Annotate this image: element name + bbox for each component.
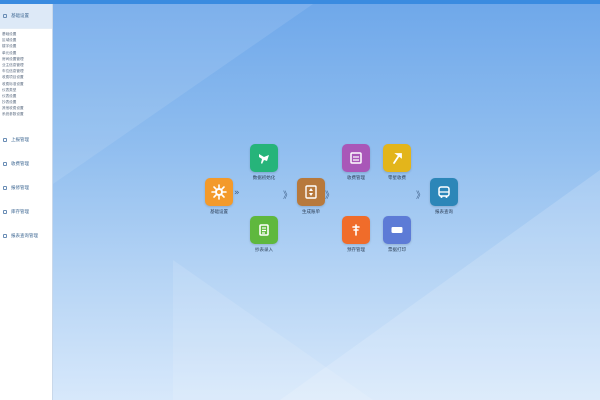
sidebar-group-list: 上报管理 收费管理 报修管理 库存管理 报表查询管理 xyxy=(0,128,52,248)
sidebar-item[interactable]: 系统参数设置 xyxy=(2,111,52,117)
folder-icon xyxy=(3,209,7,214)
tile xyxy=(342,216,370,244)
gear-icon xyxy=(211,184,227,200)
sidebar-group[interactable]: 上报管理 xyxy=(0,128,52,152)
node-label: 报表查询 xyxy=(435,210,453,215)
desktop-area: 基础设置 » 数据初始化 抄表录入 》 生成账单 》 收费管理 零星收费 预存管… xyxy=(53,4,600,400)
workflow-node-prepay[interactable]: 预存管理 xyxy=(334,216,378,253)
node-label: 生成账单 xyxy=(302,210,320,215)
workflow-node-fee-management[interactable]: 收费管理 xyxy=(334,144,378,181)
folder-icon xyxy=(3,14,7,18)
tile xyxy=(297,178,325,206)
folder-icon xyxy=(3,161,7,166)
flag-icon xyxy=(393,153,402,164)
tile xyxy=(342,144,370,172)
sidebar: 基础设置 基础设置 区域设置 楼宇设置 单元设置 房间设置管理 业主信息管理 车… xyxy=(0,4,53,400)
tile xyxy=(383,144,411,172)
tile xyxy=(430,178,458,206)
elevator-icon xyxy=(305,185,317,199)
folder-icon xyxy=(3,233,7,238)
torch-icon xyxy=(352,224,360,236)
workflow-node-misc-fee[interactable]: 零星收费 xyxy=(375,144,419,181)
node-label: 抄表录入 xyxy=(255,248,273,253)
folder-icon xyxy=(3,137,7,142)
sidebar-group-label: 基础设置 xyxy=(11,14,29,19)
sidebar-group[interactable]: 报修管理 xyxy=(0,176,52,200)
workflow-node-meter-entry[interactable]: 抄表录入 xyxy=(242,216,286,253)
workflow-node-data-init[interactable]: 数据初始化 xyxy=(242,144,286,181)
book-icon xyxy=(350,152,362,164)
node-label: 零星收费 xyxy=(388,176,406,181)
background-decoration xyxy=(173,260,373,400)
sidebar-group-label: 报表查询管理 xyxy=(11,233,38,239)
sidebar-group-label: 库存管理 xyxy=(11,209,29,215)
sidebar-group-label: 报修管理 xyxy=(11,185,29,191)
sidebar-submenu: 基础设置 区域设置 楼宇设置 单元设置 房间设置管理 业主信息管理 车位信息管理… xyxy=(0,29,52,124)
sidebar-group[interactable]: 收费管理 xyxy=(0,152,52,176)
node-label: 预存管理 xyxy=(347,248,365,253)
tile xyxy=(250,216,278,244)
bus-icon xyxy=(438,186,450,198)
sidebar-group[interactable]: 报表查询管理 xyxy=(0,224,52,248)
card-icon xyxy=(391,227,403,233)
arrow-connector: 》 xyxy=(325,191,335,201)
sidebar-group-basic-settings[interactable]: 基础设置 xyxy=(0,4,52,29)
tile xyxy=(205,178,233,206)
node-label: 基础设置 xyxy=(210,210,228,215)
sidebar-group-label: 上报管理 xyxy=(11,137,29,143)
wrench-icon xyxy=(259,154,269,164)
node-label: 数据初始化 xyxy=(252,176,276,181)
node-label: 票据打印 xyxy=(388,248,406,253)
tile xyxy=(250,144,278,172)
node-label: 收费管理 xyxy=(347,176,365,181)
folder-icon xyxy=(3,185,7,190)
workflow-node-receipt-print[interactable]: 票据打印 xyxy=(375,216,419,253)
tile xyxy=(383,216,411,244)
arrow-connector: » xyxy=(234,188,240,198)
sidebar-group[interactable]: 库存管理 xyxy=(0,200,52,224)
sidebar-group-label: 收费管理 xyxy=(11,161,29,167)
document-icon xyxy=(259,224,269,236)
workflow-node-report-query[interactable]: 报表查询 xyxy=(422,178,466,215)
